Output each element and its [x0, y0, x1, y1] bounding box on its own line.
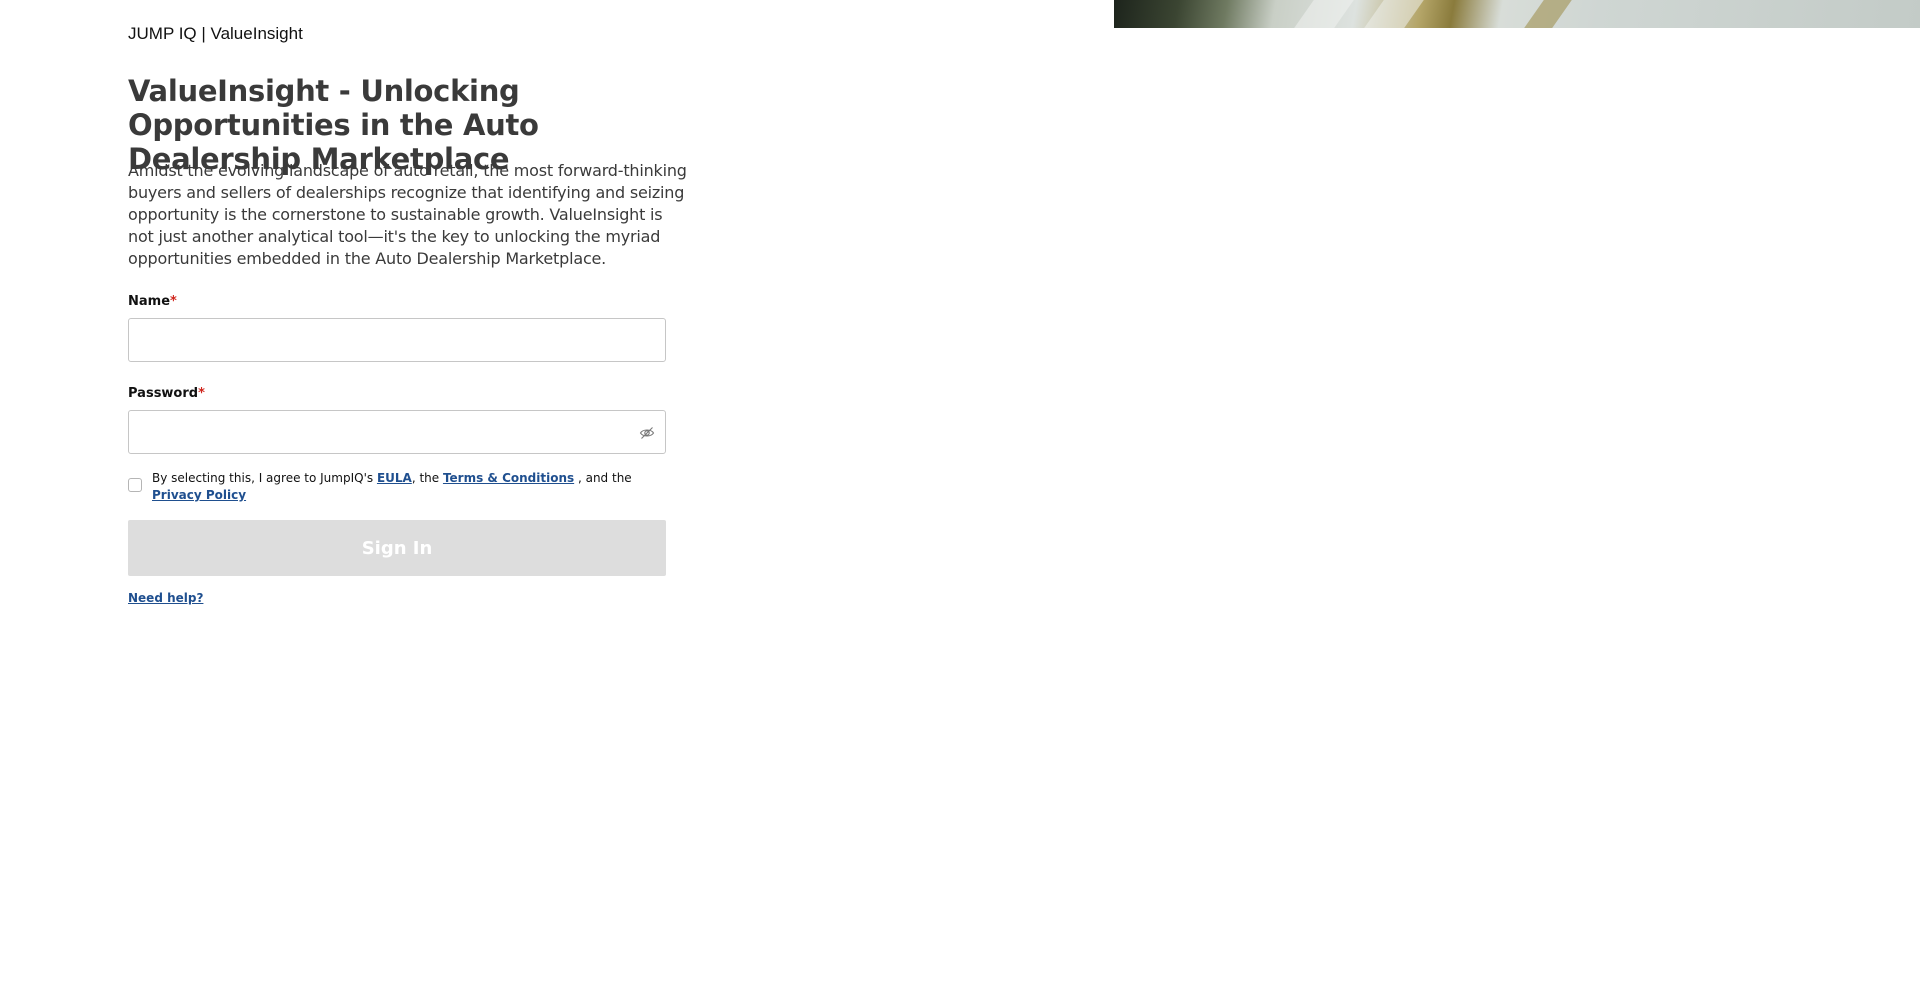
login-page: JUMP IQ | ValueInsight ValueInsight - Un…	[0, 0, 1920, 993]
hero-image-streak	[1364, 0, 1424, 28]
name-input[interactable]	[129, 319, 665, 361]
privacy-policy-link[interactable]: Privacy Policy	[152, 488, 246, 502]
terms-link[interactable]: Terms & Conditions	[443, 471, 574, 485]
eye-slash-icon[interactable]	[639, 425, 655, 441]
name-label-text: Name	[128, 294, 171, 309]
consent-text: By selecting this, I agree to JumpIQ's E…	[152, 470, 652, 504]
consent-text-middle: , the	[411, 471, 443, 485]
consent-text-and: , and the	[574, 471, 632, 485]
eula-link[interactable]: EULA	[377, 471, 412, 485]
sign-in-button[interactable]: Sign In	[128, 520, 666, 576]
password-label-text: Password	[128, 386, 199, 401]
hero-image-streak	[1294, 0, 1354, 28]
required-marker: *	[170, 294, 177, 309]
name-field[interactable]	[128, 318, 666, 362]
password-field[interactable]	[128, 410, 666, 454]
consent-checkbox[interactable]	[128, 478, 142, 492]
required-marker: *	[198, 386, 205, 401]
name-label: Name*	[128, 294, 177, 309]
password-label: Password*	[128, 386, 205, 401]
password-input[interactable]	[129, 411, 665, 453]
hero-image	[1114, 0, 1920, 28]
hero-image-streak	[1524, 0, 1572, 28]
page-description: Amidst the evolving landscape of auto re…	[128, 161, 687, 268]
need-help-link[interactable]: Need help?	[128, 591, 203, 605]
brand-header: JUMP IQ | ValueInsight	[128, 24, 303, 43]
consent-text-prefix: By selecting this, I agree to JumpIQ's	[152, 471, 377, 485]
